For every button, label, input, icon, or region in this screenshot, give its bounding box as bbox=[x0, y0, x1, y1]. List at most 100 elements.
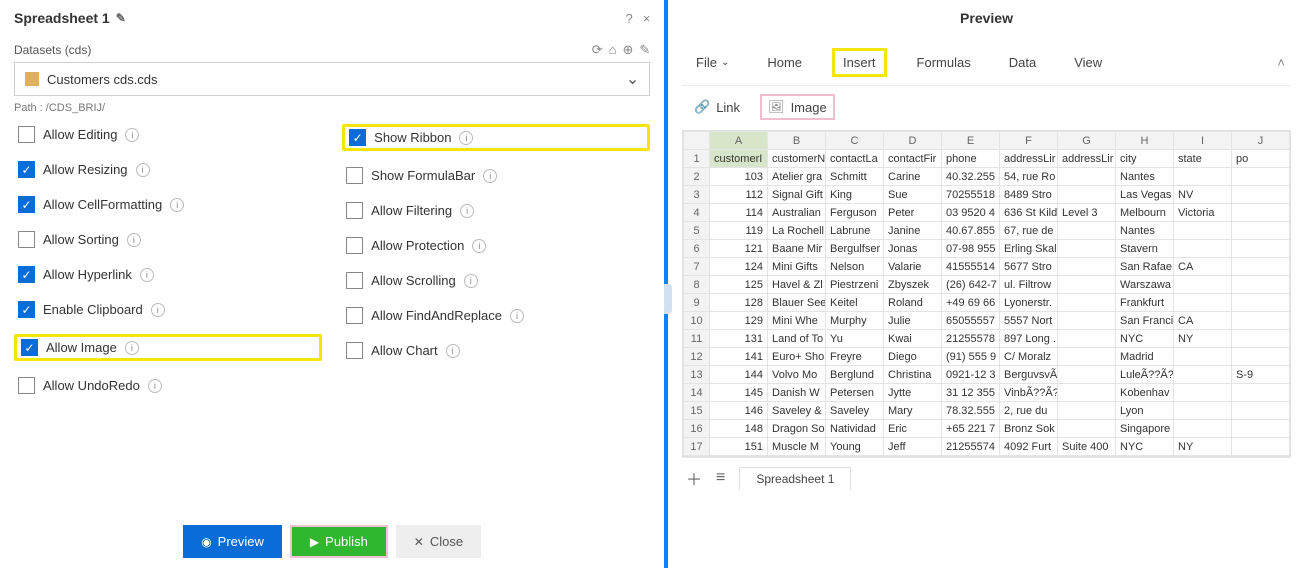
tab-insert[interactable]: Insert bbox=[832, 48, 887, 77]
edit-icon[interactable]: ✎ bbox=[116, 11, 126, 25]
cell[interactable]: 40.67.855 bbox=[942, 222, 1000, 240]
cell[interactable]: ul. Filtrow bbox=[1000, 276, 1058, 294]
info-icon[interactable]: i bbox=[464, 274, 478, 288]
cell[interactable]: Natividad bbox=[826, 420, 884, 438]
cell[interactable]: Euro+ Sho bbox=[768, 348, 826, 366]
cell[interactable]: 54, rue Ro bbox=[1000, 168, 1058, 186]
row-header[interactable]: 17 bbox=[684, 438, 710, 456]
row-header[interactable]: 6 bbox=[684, 240, 710, 258]
cell[interactable]: La Rochell bbox=[768, 222, 826, 240]
cell[interactable]: (91) 555 9 bbox=[942, 348, 1000, 366]
tab-data[interactable]: Data bbox=[1001, 51, 1044, 74]
checkbox[interactable] bbox=[18, 377, 35, 394]
cell[interactable]: 31 12 355 bbox=[942, 384, 1000, 402]
row-header[interactable]: 4 bbox=[684, 204, 710, 222]
row-header[interactable]: 9 bbox=[684, 294, 710, 312]
cell[interactable]: Jeff bbox=[884, 438, 942, 456]
cell[interactable]: 129 bbox=[710, 312, 768, 330]
cell[interactable]: Dragon So bbox=[768, 420, 826, 438]
cell[interactable]: 2, rue du bbox=[1000, 402, 1058, 420]
col-header[interactable]: I bbox=[1174, 132, 1232, 150]
cell[interactable] bbox=[1174, 420, 1232, 438]
cell[interactable]: Nelson bbox=[826, 258, 884, 276]
cell[interactable]: 897 Long . bbox=[1000, 330, 1058, 348]
cell[interactable]: 131 bbox=[710, 330, 768, 348]
checkbox[interactable] bbox=[346, 272, 363, 289]
cell[interactable]: Christina bbox=[884, 366, 942, 384]
cell[interactable]: (26) 642-7 bbox=[942, 276, 1000, 294]
cell[interactable]: 112 bbox=[710, 186, 768, 204]
cell[interactable]: Volvo Mo bbox=[768, 366, 826, 384]
cell[interactable]: Jytte bbox=[884, 384, 942, 402]
cell[interactable]: Schmitt bbox=[826, 168, 884, 186]
cell[interactable]: 0921-12 3 bbox=[942, 366, 1000, 384]
cell[interactable]: NYC bbox=[1116, 438, 1174, 456]
cell[interactable] bbox=[1232, 420, 1290, 438]
tab-home[interactable]: Home bbox=[759, 51, 810, 74]
cell[interactable] bbox=[1232, 330, 1290, 348]
header-cell[interactable]: po bbox=[1232, 150, 1290, 168]
info-icon[interactable]: i bbox=[460, 204, 474, 218]
cell[interactable]: Atelier gra bbox=[768, 168, 826, 186]
cell[interactable] bbox=[1174, 294, 1232, 312]
cell[interactable] bbox=[1232, 438, 1290, 456]
cell[interactable] bbox=[1058, 222, 1116, 240]
cell[interactable]: Eric bbox=[884, 420, 942, 438]
cell[interactable]: 636 St Kild bbox=[1000, 204, 1058, 222]
cell[interactable]: Havel & Zl bbox=[768, 276, 826, 294]
tab-formulas[interactable]: Formulas bbox=[909, 51, 979, 74]
header-cell[interactable]: addressLir bbox=[1000, 150, 1058, 168]
cell[interactable]: Petersen bbox=[826, 384, 884, 402]
cell[interactable] bbox=[1058, 312, 1116, 330]
header-cell[interactable]: contactLa bbox=[826, 150, 884, 168]
col-header[interactable]: A bbox=[710, 132, 768, 150]
cell[interactable]: Warszawa bbox=[1116, 276, 1174, 294]
cell[interactable]: Kwai bbox=[884, 330, 942, 348]
checkbox[interactable]: ✓ bbox=[18, 301, 35, 318]
cell[interactable]: 8489 Stro bbox=[1000, 186, 1058, 204]
cell[interactable] bbox=[1174, 168, 1232, 186]
col-header[interactable]: H bbox=[1116, 132, 1174, 150]
cell[interactable] bbox=[1232, 276, 1290, 294]
cell[interactable]: Kobenhav bbox=[1116, 384, 1174, 402]
cell[interactable]: 21255574 bbox=[942, 438, 1000, 456]
cell[interactable]: NY bbox=[1174, 330, 1232, 348]
cell[interactable]: Signal Gift bbox=[768, 186, 826, 204]
cell[interactable]: 144 bbox=[710, 366, 768, 384]
close-icon[interactable]: × bbox=[643, 11, 651, 26]
info-icon[interactable]: i bbox=[140, 268, 154, 282]
cell[interactable]: 119 bbox=[710, 222, 768, 240]
cell[interactable] bbox=[1174, 402, 1232, 420]
cell[interactable]: 125 bbox=[710, 276, 768, 294]
info-icon[interactable]: i bbox=[459, 131, 473, 145]
cell[interactable] bbox=[1174, 240, 1232, 258]
tool-image[interactable]: 🖼 Image bbox=[760, 94, 835, 120]
col-header[interactable]: J bbox=[1232, 132, 1290, 150]
cell[interactable]: 103 bbox=[710, 168, 768, 186]
cell[interactable]: Labrune bbox=[826, 222, 884, 240]
cell[interactable] bbox=[1058, 168, 1116, 186]
cell[interactable]: Blauer See bbox=[768, 294, 826, 312]
close-button[interactable]: ✕ Close bbox=[396, 525, 481, 558]
info-icon[interactable]: i bbox=[127, 233, 141, 247]
header-cell[interactable]: customerN bbox=[768, 150, 826, 168]
cell[interactable]: Zbyszek bbox=[884, 276, 942, 294]
cell[interactable]: King bbox=[826, 186, 884, 204]
info-icon[interactable]: i bbox=[148, 379, 162, 393]
cell[interactable]: Muscle M bbox=[768, 438, 826, 456]
cell[interactable]: 141 bbox=[710, 348, 768, 366]
cell[interactable] bbox=[1058, 402, 1116, 420]
row-header[interactable]: 11 bbox=[684, 330, 710, 348]
cell[interactable]: Peter bbox=[884, 204, 942, 222]
cell[interactable]: Diego bbox=[884, 348, 942, 366]
cell[interactable]: Australian bbox=[768, 204, 826, 222]
cell[interactable]: Erling Skal bbox=[1000, 240, 1058, 258]
refresh-icon[interactable]: ⟳ bbox=[592, 42, 603, 58]
header-cell[interactable]: contactFir bbox=[884, 150, 942, 168]
cell[interactable]: 03 9520 4 bbox=[942, 204, 1000, 222]
cell[interactable]: Nantes bbox=[1116, 168, 1174, 186]
cell[interactable]: Stavern bbox=[1116, 240, 1174, 258]
row-header[interactable]: 3 bbox=[684, 186, 710, 204]
checkbox[interactable] bbox=[346, 342, 363, 359]
cell[interactable]: CA bbox=[1174, 258, 1232, 276]
